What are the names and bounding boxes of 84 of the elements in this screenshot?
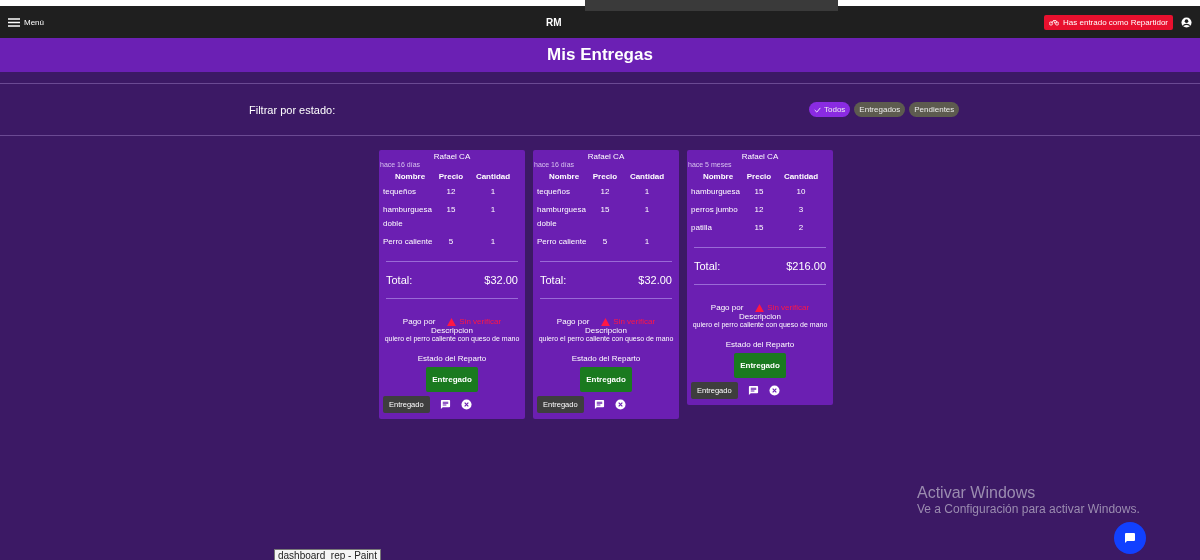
cancel-icon[interactable] xyxy=(460,399,472,410)
table-cell-text: 5 xyxy=(447,236,455,248)
table-cell-text: 1 xyxy=(643,204,651,216)
activation-text: Ve a Configuración para activar Windows. xyxy=(917,502,1140,516)
warning-icon xyxy=(447,317,457,326)
status-button[interactable]: Entregado xyxy=(580,367,632,392)
table-cell-text: 10 xyxy=(795,186,807,198)
filter-label: Filtrar por estado: xyxy=(249,103,337,116)
table-cell-text: 12 xyxy=(599,186,611,198)
check-icon xyxy=(814,106,821,113)
customer-name: Rafael CA xyxy=(432,152,472,161)
table-cell-text: 15 xyxy=(753,222,765,234)
total-amount: $32.00 xyxy=(484,274,518,286)
table-cell-text: 1 xyxy=(489,236,497,248)
app-title: RM xyxy=(546,16,562,28)
warning-icon xyxy=(755,303,765,312)
table-cell-text: Perro caliente xyxy=(537,236,588,248)
payment-label: Pago por xyxy=(710,303,744,312)
table-cell-text: Perro caliente xyxy=(383,236,434,248)
filter-chip[interactable]: Pendientes xyxy=(909,102,960,117)
menu-button[interactable]: Menú xyxy=(8,17,44,27)
payment-status: Sin verificar xyxy=(601,317,656,326)
payment-label: Pago por xyxy=(402,317,436,326)
total-amount: $216.00 xyxy=(786,260,826,272)
page-title: Mis Entregas xyxy=(547,45,653,65)
total-amount: $32.00 xyxy=(638,274,672,286)
cancel-icon[interactable] xyxy=(768,385,780,396)
total-label: Total: xyxy=(694,260,721,272)
filter-chip[interactable]: Todos xyxy=(809,102,851,117)
payment-status: Sin verificar xyxy=(755,303,810,312)
table-cell-text: 1 xyxy=(489,204,497,216)
payment-status: Sin verificar xyxy=(447,317,502,326)
table-cell-text: tequeños xyxy=(383,186,417,198)
table-cell-text: 1 xyxy=(643,186,651,198)
table-cell-text: 15 xyxy=(599,204,611,216)
status-label: Estado del Reparto xyxy=(724,340,796,349)
column-header: Nombre xyxy=(547,172,581,181)
account-icon[interactable] xyxy=(1181,16,1192,28)
status-label: Estado del Reparto xyxy=(570,354,642,363)
message-icon[interactable] xyxy=(593,399,605,410)
column-header: Precio xyxy=(437,172,465,181)
table-cell-text: 1 xyxy=(489,186,497,198)
cancel-icon[interactable] xyxy=(614,399,626,410)
message-icon[interactable] xyxy=(747,385,759,396)
chat-icon xyxy=(1124,532,1136,544)
bicycle-icon xyxy=(1049,18,1060,26)
total-label: Total: xyxy=(386,274,413,286)
description-label: Descripcion xyxy=(738,312,782,321)
activation-title: Activar Windows xyxy=(917,484,1037,502)
customer-name: Rafael CA xyxy=(586,152,626,161)
column-header: Nombre xyxy=(701,172,735,181)
table-cell-text: 15 xyxy=(753,186,765,198)
column-header: Cantidad xyxy=(782,172,820,181)
total-label: Total: xyxy=(540,274,567,286)
table-cell-text: 15 xyxy=(445,204,457,216)
status-button[interactable]: Entregado xyxy=(734,353,786,378)
column-header: Nombre xyxy=(393,172,427,181)
customer-name: Rafael CA xyxy=(740,152,780,161)
menu-icon[interactable] xyxy=(8,17,20,27)
table-cell-text: 12 xyxy=(753,204,765,216)
column-header: Cantidad xyxy=(474,172,512,181)
table-cell-text: patilla xyxy=(691,222,713,234)
table-cell-text: hamburguesa xyxy=(691,186,741,198)
status-button[interactable]: Entregado xyxy=(426,367,478,392)
table-cell-text: 1 xyxy=(643,236,651,248)
table-cell-text: hamburguesa doble xyxy=(537,204,587,230)
role-badge: Has entrado como Repartidor xyxy=(1044,14,1173,30)
table-cell-text: tequeños xyxy=(537,186,571,198)
table-cell-text: 2 xyxy=(797,222,805,234)
status-label: Estado del Reparto xyxy=(416,354,488,363)
table-cell-text: 5 xyxy=(601,236,609,248)
column-header: Cantidad xyxy=(628,172,666,181)
warning-icon xyxy=(601,317,611,326)
table-cell-text: 12 xyxy=(445,186,457,198)
payment-label: Pago por xyxy=(556,317,590,326)
table-cell-text: 3 xyxy=(797,204,805,216)
table-cell-text: hamburguesa doble xyxy=(383,204,433,230)
column-header: Precio xyxy=(591,172,619,181)
description-label: Descripcion xyxy=(584,326,628,335)
table-cell-text: perros jumbo xyxy=(691,204,739,216)
filter-chip[interactable]: Entregados xyxy=(854,102,906,117)
column-header: Precio xyxy=(745,172,773,181)
message-icon[interactable] xyxy=(439,399,451,410)
description-label: Descripcion xyxy=(430,326,474,335)
